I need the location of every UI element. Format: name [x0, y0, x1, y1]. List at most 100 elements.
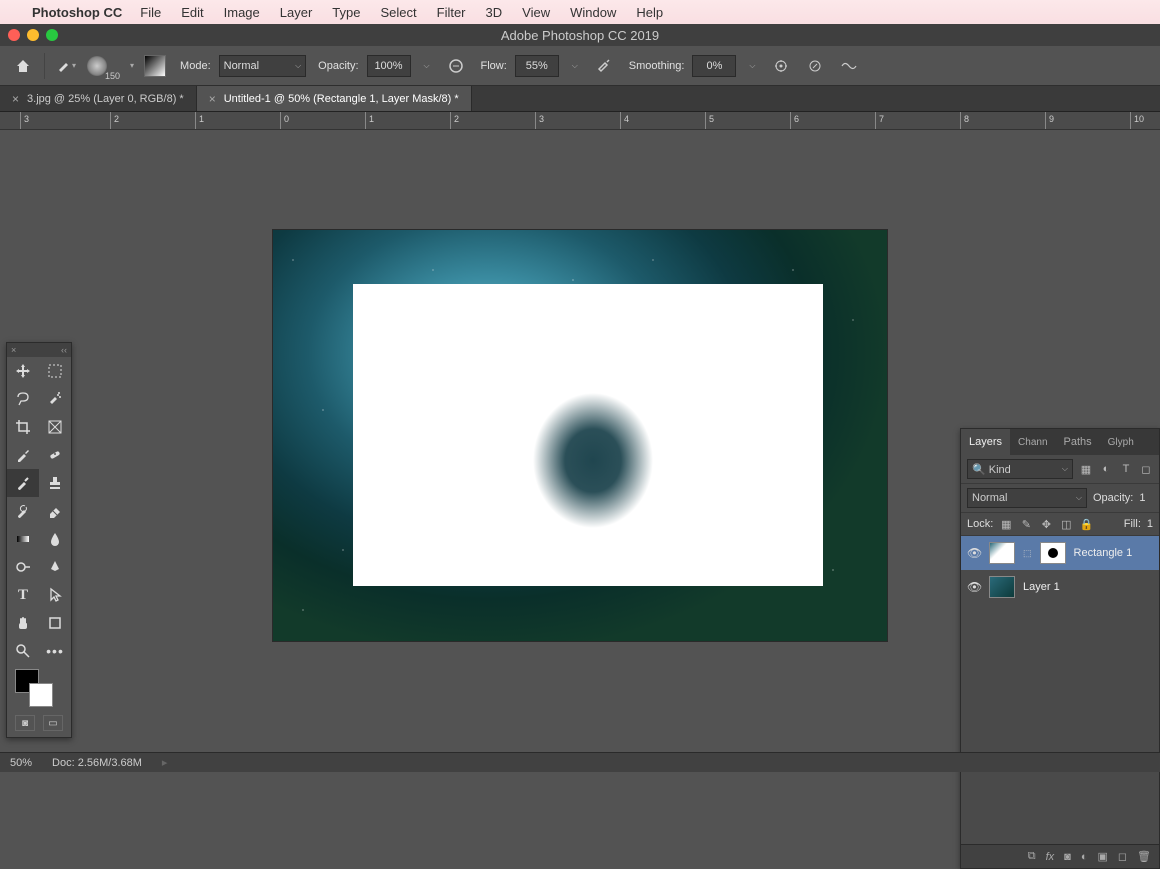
- layer-fx-icon[interactable]: fx: [1046, 851, 1055, 863]
- edit-toolbar-button[interactable]: •••: [39, 637, 71, 665]
- close-icon[interactable]: ×: [209, 92, 216, 106]
- smoothing-input[interactable]: 0%: [692, 55, 736, 77]
- tab-layers[interactable]: Layers: [961, 429, 1010, 455]
- lock-paint-icon[interactable]: ✎: [1019, 517, 1033, 531]
- quick-select-tool[interactable]: [39, 385, 71, 413]
- tool-preset-button[interactable]: ▾: [53, 53, 79, 79]
- lasso-tool[interactable]: [7, 385, 39, 413]
- zoom-level[interactable]: 50%: [10, 757, 32, 769]
- group-icon[interactable]: ▣: [1097, 850, 1107, 863]
- layer-thumbnail[interactable]: [989, 542, 1015, 564]
- menu-view[interactable]: View: [522, 5, 550, 20]
- background-color[interactable]: [29, 683, 53, 707]
- blur-tool[interactable]: [39, 525, 71, 553]
- path-select-tool[interactable]: [39, 581, 71, 609]
- ruler-horizontal[interactable]: 3 2 1 0 1 2 3 4 5 6 7 8 9 10: [0, 112, 1160, 130]
- new-layer-icon[interactable]: ◻: [1118, 850, 1127, 863]
- history-brush-tool[interactable]: [7, 497, 39, 525]
- menu-3d[interactable]: 3D: [486, 5, 503, 20]
- close-icon[interactable]: ×: [12, 92, 19, 106]
- close-window-button[interactable]: [8, 29, 20, 41]
- hand-tool[interactable]: [7, 609, 39, 637]
- doc-size[interactable]: Doc: 2.56M/3.68M: [52, 757, 142, 769]
- eyedropper-tool[interactable]: [7, 441, 39, 469]
- eraser-tool[interactable]: [39, 497, 71, 525]
- add-mask-icon[interactable]: ◙: [1064, 851, 1071, 863]
- fill-value[interactable]: 1: [1147, 518, 1153, 530]
- shape-tool[interactable]: [39, 609, 71, 637]
- quick-mask-button[interactable]: ◙: [15, 715, 35, 731]
- layer-thumbnail[interactable]: [989, 576, 1015, 598]
- close-icon[interactable]: ×: [11, 345, 16, 355]
- menu-file[interactable]: File: [140, 5, 161, 20]
- zoom-tool[interactable]: [7, 637, 39, 665]
- adjustment-layer-icon[interactable]: ◐: [1081, 851, 1088, 863]
- tab-glyphs[interactable]: Glyph: [1100, 429, 1142, 455]
- layer-name[interactable]: Rectangle 1: [1074, 547, 1133, 559]
- lock-transparency-icon[interactable]: ▦: [999, 517, 1013, 531]
- flow-dropdown[interactable]: ⌵: [567, 53, 583, 79]
- brush-tool[interactable]: [7, 469, 39, 497]
- layer-item-rectangle[interactable]: 👁 ⬚ Rectangle 1: [961, 536, 1159, 570]
- filter-type-icon[interactable]: T: [1119, 462, 1133, 476]
- pressure-size-button[interactable]: [802, 53, 828, 79]
- delete-layer-icon[interactable]: 🗑: [1137, 850, 1151, 863]
- healing-tool[interactable]: [39, 441, 71, 469]
- flow-input[interactable]: 55%: [515, 55, 559, 77]
- collapse-icon[interactable]: ‹‹: [61, 345, 67, 355]
- marquee-tool[interactable]: [39, 357, 71, 385]
- type-tool[interactable]: T: [7, 581, 39, 609]
- doc-tab-active[interactable]: × Untitled-1 @ 50% (Rectangle 1, Layer M…: [197, 86, 472, 111]
- document-canvas[interactable]: [273, 230, 887, 641]
- smoothing-dropdown[interactable]: ⌵: [744, 53, 760, 79]
- move-tool[interactable]: [7, 357, 39, 385]
- menu-help[interactable]: Help: [636, 5, 663, 20]
- menu-filter[interactable]: Filter: [437, 5, 466, 20]
- pressure-opacity-button[interactable]: [443, 53, 469, 79]
- frame-tool[interactable]: [39, 413, 71, 441]
- crop-tool[interactable]: [7, 413, 39, 441]
- layer-name[interactable]: Layer 1: [1023, 581, 1060, 593]
- menu-layer[interactable]: Layer: [280, 5, 313, 20]
- dodge-tool[interactable]: [7, 553, 39, 581]
- opacity-dropdown[interactable]: ⌵: [419, 53, 435, 79]
- menu-select[interactable]: Select: [380, 5, 416, 20]
- pen-tool[interactable]: [39, 553, 71, 581]
- mask-thumbnail[interactable]: [1040, 542, 1066, 564]
- filter-shape-icon[interactable]: ◻: [1139, 462, 1153, 476]
- layer-item-layer1[interactable]: 👁 Layer 1: [961, 570, 1159, 604]
- layer-blend-select[interactable]: Normal⌵: [967, 488, 1087, 508]
- layers-panel[interactable]: Layers Chann Paths Glyph 🔍 Kind⌵ ▦ ◐ T ◻…: [960, 428, 1160, 869]
- menu-edit[interactable]: Edit: [181, 5, 203, 20]
- zoom-window-button[interactable]: [46, 29, 58, 41]
- layer-filter-select[interactable]: 🔍 Kind⌵: [967, 459, 1073, 479]
- filter-adjust-icon[interactable]: ◐: [1099, 462, 1113, 476]
- lock-position-icon[interactable]: ✥: [1039, 517, 1053, 531]
- tab-channels[interactable]: Chann: [1010, 429, 1055, 455]
- brush-settings-button[interactable]: [142, 53, 168, 79]
- screen-mode-button[interactable]: ▭: [43, 715, 63, 731]
- blend-mode-select[interactable]: Normal⌵: [219, 55, 307, 77]
- smoothing-options-button[interactable]: [768, 53, 794, 79]
- tab-paths[interactable]: Paths: [1056, 429, 1100, 455]
- doc-tab-inactive[interactable]: × 3.jpg @ 25% (Layer 0, RGB/8) *: [0, 86, 197, 111]
- visibility-icon[interactable]: 👁: [967, 546, 981, 560]
- filter-pixel-icon[interactable]: ▦: [1079, 462, 1093, 476]
- airbrush-button[interactable]: [591, 53, 617, 79]
- minimize-window-button[interactable]: [27, 29, 39, 41]
- menu-window[interactable]: Window: [570, 5, 616, 20]
- stamp-tool[interactable]: [39, 469, 71, 497]
- home-button[interactable]: [10, 53, 36, 79]
- opacity-value[interactable]: 1: [1139, 492, 1145, 504]
- opacity-input[interactable]: 100%: [367, 55, 411, 77]
- menu-image[interactable]: Image: [224, 5, 260, 20]
- link-layers-icon[interactable]: ⧉: [1028, 850, 1036, 863]
- symmetry-button[interactable]: [836, 53, 862, 79]
- lock-all-icon[interactable]: 🔒: [1079, 517, 1093, 531]
- gradient-tool[interactable]: [7, 525, 39, 553]
- status-arrow-icon[interactable]: ▸: [162, 756, 168, 769]
- lock-artboard-icon[interactable]: ◫: [1059, 517, 1073, 531]
- palette-header[interactable]: × ‹‹: [7, 343, 71, 357]
- menu-type[interactable]: Type: [332, 5, 360, 20]
- visibility-icon[interactable]: 👁: [967, 580, 981, 594]
